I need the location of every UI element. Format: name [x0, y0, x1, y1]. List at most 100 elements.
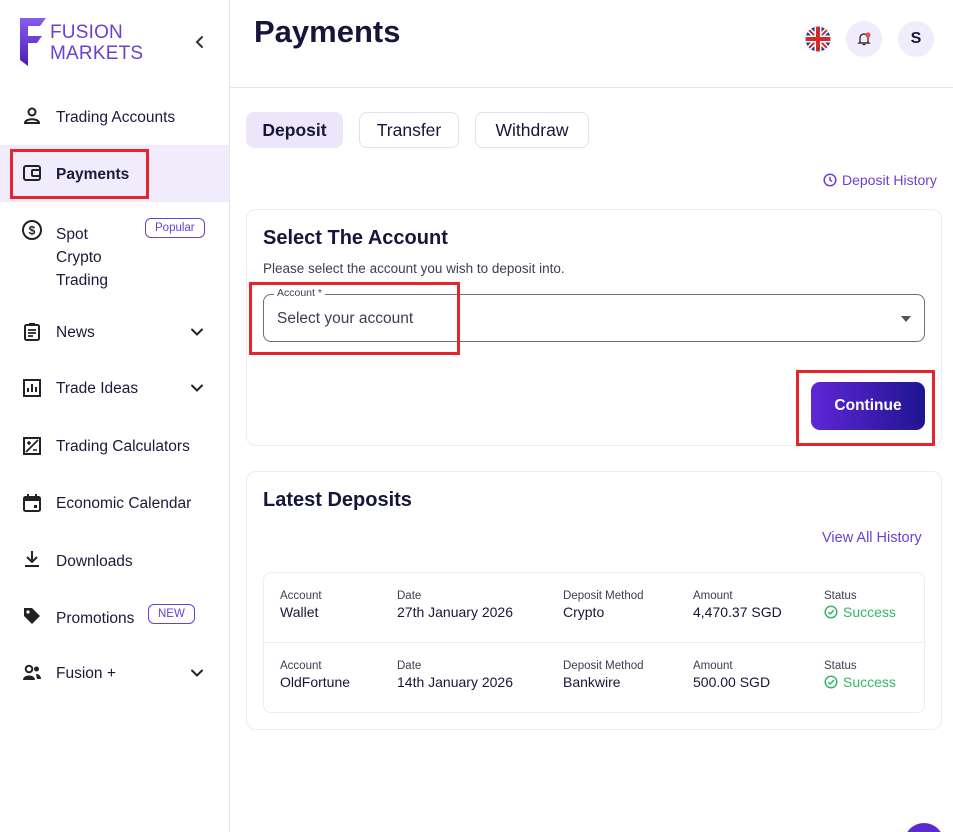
date-value: 27th January 2026 — [397, 604, 513, 620]
language-selector[interactable] — [800, 21, 836, 57]
account-field-label: Account * — [274, 287, 325, 299]
sidebar-item-label: Trading Accounts — [56, 109, 176, 126]
table-row-2-method: Deposit Method Bankwire — [563, 659, 644, 691]
uk-flag-icon — [805, 26, 831, 52]
continue-button[interactable]: Continue — [811, 382, 925, 430]
table-row-2-account: Account OldFortune — [280, 659, 350, 691]
bell-icon — [857, 32, 871, 46]
check-circle-icon — [824, 605, 838, 619]
method-header: Deposit Method — [563, 660, 644, 672]
sidebar-item-news[interactable]: News — [0, 318, 229, 346]
account-select-placeholder: Select your account — [277, 310, 414, 327]
download-icon — [20, 547, 44, 571]
table-row-1-method: Deposit Method Crypto — [563, 589, 644, 621]
method-value: Crypto — [563, 604, 605, 620]
deposit-history-label: Deposit History — [842, 172, 937, 188]
account-value: Wallet — [280, 604, 319, 620]
sidebar-item-trade-ideas[interactable]: Trade Ideas — [0, 374, 229, 402]
view-all-history-link[interactable]: View All History — [822, 530, 922, 546]
table-row-2-status: Status Success — [824, 659, 896, 691]
sidebar-item-downloads[interactable]: Downloads — [0, 547, 229, 575]
tag-icon — [20, 604, 44, 628]
sidebar-item-spot-crypto-trading[interactable]: $ Spot Crypto Trading Popular — [0, 218, 229, 290]
chevron-left-icon — [195, 36, 203, 48]
chat-support-button[interactable] — [904, 823, 944, 832]
deposit-history-link[interactable]: Deposit History — [823, 172, 937, 188]
chevron-down-icon — [186, 377, 208, 399]
check-circle-icon — [824, 675, 838, 689]
tab-deposit[interactable]: Deposit — [246, 112, 343, 148]
account-header: Account — [280, 660, 322, 672]
table-row-2-date: Date 14th January 2026 — [397, 659, 513, 691]
sidebar-item-label: Fusion + — [56, 665, 116, 682]
dollar-circle-icon: $ — [20, 218, 44, 242]
fusion-markets-logo[interactable]: FUSION MARKETS — [18, 16, 148, 70]
row-divider — [264, 642, 924, 643]
sidebar-item-label: News — [56, 324, 95, 341]
logo-text-line2: MARKETS — [50, 43, 144, 64]
collapse-sidebar-button[interactable] — [188, 30, 212, 54]
table-row-1-amount: Amount 4,470.37 SGD — [693, 589, 782, 621]
date-header: Date — [397, 660, 422, 672]
bar-chart-icon — [20, 376, 44, 400]
status-header: Status — [824, 590, 857, 602]
sidebar-item-label: Trade Ideas — [56, 380, 139, 397]
sidebar-item-fusion-plus[interactable]: Fusion + — [0, 659, 229, 687]
method-value: Bankwire — [563, 674, 621, 690]
user-avatar[interactable]: S — [898, 21, 934, 57]
table-row-2-amount: Amount 500.00 SGD — [693, 659, 770, 691]
tab-transfer[interactable]: Transfer — [359, 112, 459, 148]
table-row-1-account: Account Wallet — [280, 589, 322, 621]
user-icon — [20, 104, 44, 128]
new-badge: NEW — [148, 604, 195, 624]
account-header: Account — [280, 590, 322, 602]
status-value: Success — [843, 674, 896, 690]
select-account-subtitle: Please select the account you wish to de… — [263, 261, 565, 276]
sidebar-item-label: Economic Calendar — [56, 495, 192, 512]
logo-text-line1: FUSION — [50, 22, 123, 43]
deposits-table: Account Wallet Date 27th January 2026 De… — [263, 572, 925, 713]
header-divider — [230, 87, 953, 88]
amount-header: Amount — [693, 590, 733, 602]
latest-deposits-title: Latest Deposits — [263, 489, 412, 511]
avatar-initial: S — [910, 30, 922, 47]
chevron-down-icon — [186, 662, 208, 684]
calendar-icon — [20, 491, 44, 515]
popular-badge: Popular — [145, 218, 205, 238]
sidebar-item-payments[interactable]: Payments — [0, 145, 229, 202]
sidebar-item-label: Downloads — [56, 553, 133, 570]
sidebar-item-economic-calendar[interactable]: Economic Calendar — [0, 489, 229, 517]
table-row-1-date: Date 27th January 2026 — [397, 589, 513, 621]
notifications-button[interactable] — [846, 21, 882, 57]
svg-text:$: $ — [29, 224, 36, 238]
status-header: Status — [824, 660, 857, 672]
method-header: Deposit Method — [563, 590, 644, 602]
table-row-1-status: Status Success — [824, 589, 896, 621]
sidebar: FUSION MARKETS Trading Accounts Payments… — [0, 0, 230, 832]
chevron-down-icon — [186, 321, 208, 343]
people-icon — [20, 661, 44, 685]
sidebar-item-trading-calculators[interactable]: Trading Calculators — [0, 432, 229, 460]
sidebar-item-trading-accounts[interactable]: Trading Accounts — [0, 104, 229, 132]
account-value: OldFortune — [280, 674, 351, 690]
amount-header: Amount — [693, 660, 733, 672]
logo-mark-icon — [20, 18, 46, 66]
tab-withdraw[interactable]: Withdraw — [475, 112, 589, 148]
clock-icon — [823, 173, 837, 187]
calculator-icon — [20, 434, 44, 458]
account-select[interactable]: Account * Select your account — [263, 287, 925, 342]
status-value: Success — [843, 604, 896, 620]
sidebar-item-label: Trading Calculators — [56, 438, 190, 455]
wallet-icon — [20, 161, 44, 185]
dropdown-caret-icon — [901, 316, 911, 322]
amount-value: 4,470.37 SGD — [693, 604, 782, 620]
amount-value: 500.00 SGD — [693, 674, 771, 690]
sidebar-item-label: Payments — [56, 166, 130, 183]
sidebar-item-label: Spot Crypto Trading — [56, 226, 108, 289]
sidebar-item-promotions[interactable]: Promotions NEW — [0, 604, 229, 632]
date-header: Date — [397, 590, 422, 602]
sidebar-item-label: Promotions — [56, 610, 135, 627]
page-title: Payments — [254, 14, 401, 49]
date-value: 14th January 2026 — [397, 674, 513, 690]
select-account-title: Select The Account — [263, 227, 448, 249]
